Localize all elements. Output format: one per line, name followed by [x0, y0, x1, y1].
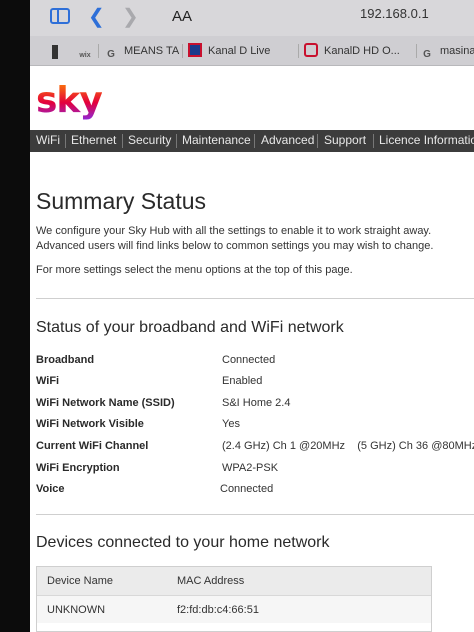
back-icon[interactable]: ❮ — [88, 7, 105, 27]
column-header: MAC Address — [177, 575, 245, 587]
wix-icon: wix — [79, 52, 91, 59]
divider — [36, 514, 474, 515]
device-name-cell: UNKNOWN — [47, 604, 106, 616]
status-label: WiFi — [36, 375, 60, 387]
tab-kanal-d-live[interactable]: Kanal D Live — [188, 40, 296, 62]
status-value: Connected — [220, 483, 274, 495]
status-label: Current WiFi Channel — [36, 440, 149, 452]
intro-text: For more settings select the menu option… — [36, 264, 353, 276]
tab-wix[interactable]: wix — [74, 40, 96, 62]
tab-label: masina — [440, 45, 474, 57]
tab-masina[interactable]: Gmasina — [420, 40, 474, 62]
google-icon: G — [107, 49, 115, 60]
nav-ethernet[interactable]: Ethernet — [71, 133, 116, 147]
tab-label: MEANS TAI — [124, 45, 180, 57]
column-header: Device Name — [47, 575, 114, 587]
mac-address-cell: f2:fd:db:c4:66:51 — [177, 604, 259, 616]
status-value: S&I Home 2.4 — [222, 397, 291, 409]
table-header: Device Name MAC Address — [37, 567, 431, 595]
tab-means[interactable]: G MEANS TAI — [104, 40, 180, 62]
devices-heading: Devices connected to your home network — [36, 534, 330, 551]
status-label: WiFi Network Visible — [36, 418, 144, 430]
reader-text-size-button[interactable]: AA — [172, 8, 192, 25]
sidebar-toggle-icon[interactable] — [50, 8, 70, 24]
status-value: Enabled — [222, 375, 263, 387]
status-heading: Status of your broadband and WiFi networ… — [36, 319, 344, 336]
nav-wifi[interactable]: WiFi — [36, 133, 60, 147]
status-label: WiFi Network Name (SSID) — [36, 397, 175, 409]
nav-support[interactable]: Support — [324, 133, 366, 147]
status-value: (2.4 GHz) Ch 1 @20MHz (5 GHz) Ch 36 @80M… — [222, 440, 474, 452]
forward-icon[interactable]: ❯ — [122, 7, 139, 27]
kanal-d-icon — [188, 43, 202, 57]
status-value: Connected — [222, 354, 276, 366]
nav-licence-information[interactable]: Licence Information — [379, 133, 474, 147]
sky-logo: sky — [36, 80, 103, 121]
status-label: Broadband — [36, 354, 95, 366]
intro-text: We configure your Sky Hub with all the s… — [36, 225, 432, 237]
page-title: Summary Status — [36, 188, 206, 214]
tab-label: Kanal D Live — [208, 45, 271, 57]
table-row: UNKNOWN f2:fd:db:c4:66:51 — [37, 595, 431, 623]
status-value: Yes — [222, 418, 240, 430]
nav-advanced[interactable]: Advanced — [261, 133, 314, 147]
google-icon: G — [423, 49, 431, 60]
address-bar[interactable]: 192.168.0.1 — [360, 6, 429, 21]
nav-security[interactable]: Security — [128, 133, 171, 147]
tv-icon — [304, 43, 318, 57]
tab-label: KanalD HD O... — [324, 45, 400, 57]
nav-maintenance[interactable]: Maintenance — [182, 133, 251, 147]
status-label: WiFi Encryption — [36, 462, 120, 474]
devices-table: Device Name MAC Address UNKNOWN f2:fd:db… — [36, 566, 432, 632]
tab-bar: wix G MEANS TAI Kanal D Live KanalD HD O.… — [30, 36, 474, 66]
router-page: sky WiFi Ethernet Security Maintenance A… — [30, 66, 474, 632]
device-bezel — [0, 0, 30, 632]
tab-indicator — [52, 45, 58, 59]
intro-text: Advanced users will find links below to … — [36, 240, 434, 252]
status-value: WPA2-PSK — [222, 462, 279, 474]
tab-kanald-hd[interactable]: KanalD HD O... — [304, 40, 414, 62]
browser-toolbar: ❮ ❯ AA 192.168.0.1 — [30, 0, 474, 36]
divider — [36, 298, 474, 299]
status-label: Voice — [36, 483, 65, 495]
main-nav: WiFi Ethernet Security Maintenance Advan… — [30, 130, 474, 152]
